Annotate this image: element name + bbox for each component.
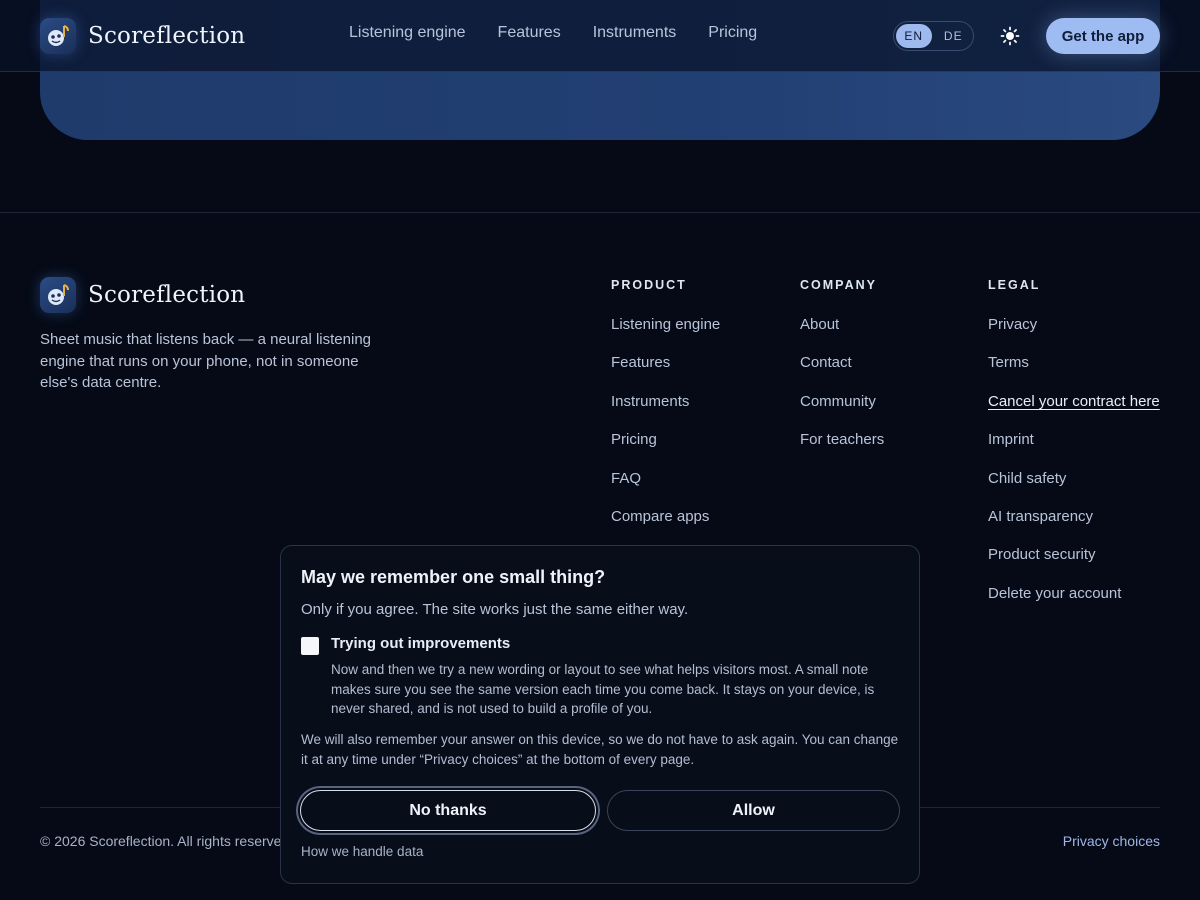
footer-link-for-teachers[interactable]: For teachers: [800, 431, 884, 448]
footer-column-legal: LEGAL Privacy Terms Cancel your contract…: [988, 278, 1160, 621]
nav-instruments[interactable]: Instruments: [593, 24, 677, 42]
sun-icon[interactable]: [1000, 26, 1020, 46]
nav-listening-engine[interactable]: Listening engine: [349, 24, 466, 42]
column-title: COMPANY: [800, 278, 877, 292]
footer-link-instruments[interactable]: Instruments: [611, 393, 689, 410]
footer-link-product-security[interactable]: Product security: [988, 546, 1096, 563]
improvements-description: Now and then we try a new wording or lay…: [331, 662, 875, 716]
how-we-handle-data-link[interactable]: How we handle data: [301, 844, 423, 859]
main-nav: Listening engine Features Instruments Pr…: [349, 24, 757, 42]
improvements-label[interactable]: Trying out improvements: [331, 635, 510, 652]
footer-brand[interactable]: Scoreflection: [40, 277, 245, 313]
nav-pricing[interactable]: Pricing: [708, 24, 757, 42]
footer-column-product: PRODUCT Listening engine Features Instru…: [611, 278, 720, 544]
lang-en[interactable]: EN: [896, 24, 932, 48]
footer-link-pricing[interactable]: Pricing: [611, 431, 657, 448]
music-note-face-icon: [40, 18, 76, 54]
footer-link-listening-engine[interactable]: Listening engine: [611, 316, 720, 333]
footer-link-cancel-contract[interactable]: Cancel your contract here: [988, 393, 1160, 410]
footer-link-community[interactable]: Community: [800, 393, 876, 410]
footer-link-about[interactable]: About: [800, 316, 839, 333]
footer-link-compare-apps[interactable]: Compare apps: [611, 508, 709, 525]
allow-button[interactable]: Allow: [607, 790, 900, 831]
footer-tagline: Sheet music that listens back — a neural…: [40, 331, 372, 391]
footer-link-terms[interactable]: Terms: [988, 354, 1029, 371]
consent-title: May we remember one small thing?: [301, 567, 606, 587]
footer-link-faq[interactable]: FAQ: [611, 470, 641, 487]
consent-dialog: May we remember one small thing? Only if…: [280, 545, 920, 884]
nav-features[interactable]: Features: [498, 24, 561, 42]
column-title: PRODUCT: [611, 278, 687, 292]
consent-note: We will also remember your answer on thi…: [301, 732, 899, 767]
copyright: © 2026 Scoreflection. All rights reserve…: [40, 833, 294, 849]
lang-de[interactable]: DE: [936, 24, 972, 48]
music-note-face-icon: [40, 277, 76, 313]
footer-link-ai-transparency[interactable]: AI transparency: [988, 508, 1093, 525]
brand-name: Scoreflection: [88, 23, 246, 49]
footer-link-features[interactable]: Features: [611, 354, 670, 371]
column-title: LEGAL: [988, 278, 1041, 292]
footer-link-contact[interactable]: Contact: [800, 354, 852, 371]
improvements-checkbox[interactable]: [301, 637, 319, 655]
footer-link-delete-account[interactable]: Delete your account: [988, 585, 1121, 602]
consent-subtitle: Only if you agree. The site works just t…: [301, 601, 689, 618]
get-app-button[interactable]: Get the app: [1046, 18, 1160, 54]
footer-link-imprint[interactable]: Imprint: [988, 431, 1034, 448]
language-switcher: EN DE: [893, 21, 974, 51]
header-brand[interactable]: Scoreflection: [40, 18, 245, 54]
footer-link-privacy[interactable]: Privacy: [988, 316, 1037, 333]
footer-link-child-safety[interactable]: Child safety: [988, 470, 1066, 487]
brand-name: Scoreflection: [88, 282, 246, 308]
no-thanks-button[interactable]: No thanks: [300, 790, 596, 831]
site-header: Scoreflection Listening engine Features …: [0, 0, 1200, 72]
privacy-choices-link[interactable]: Privacy choices: [1063, 833, 1160, 849]
footer-column-company: COMPANY About Contact Community For teac…: [800, 278, 884, 468]
section-divider: [0, 212, 1200, 213]
